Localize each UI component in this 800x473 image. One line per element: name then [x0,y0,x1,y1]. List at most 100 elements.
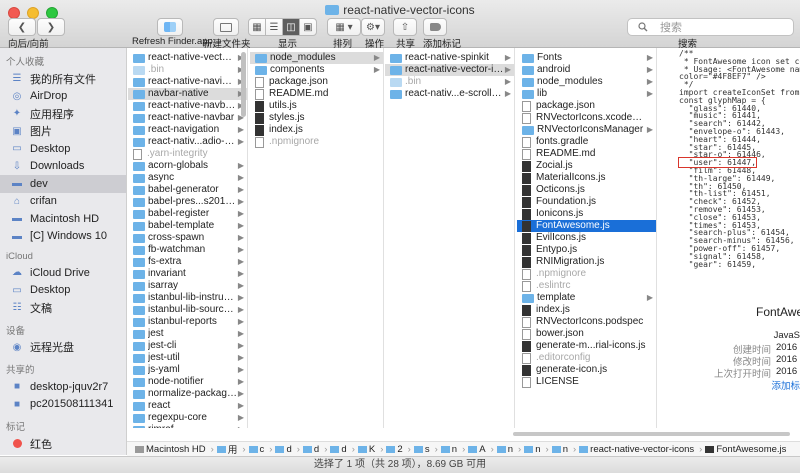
list-item[interactable]: .yarn-integrity [128,148,247,160]
action-button[interactable]: ⚙▾ [361,18,385,36]
sidebar-item[interactable]: ✦ 应用程序 [0,105,126,123]
list-item[interactable]: README.md [250,88,383,100]
list-item[interactable]: normalize-package-data▶ [128,388,247,400]
list-item[interactable]: Entypo.js [517,244,656,256]
sidebar-item[interactable]: 橙色 [0,453,126,456]
view-columns-button[interactable]: ◫ [282,18,300,36]
new-folder-button[interactable] [213,18,239,36]
list-item[interactable]: README.md [517,148,656,160]
list-item[interactable]: cross-spawn ▶ [128,232,247,244]
list-item[interactable]: bower.json [517,328,656,340]
column-col1[interactable]: react-native-vector-icons▶.bin▶react-nat… [128,48,248,428]
path-item[interactable]: n [440,444,457,455]
list-item[interactable]: navbar-native▶ [128,88,247,100]
list-item[interactable]: .editorconfig [517,352,656,364]
column-col2[interactable]: node_modules ▶ components ▶ package.json READ… [250,48,384,428]
path-item[interactable]: d [302,444,319,455]
list-item[interactable]: react-native-vector-icons▶ [385,64,514,76]
sidebar-item[interactable]: ⇩ Downloads [0,158,126,176]
sidebar-item[interactable]: ■ pc201508111341 [0,396,126,414]
list-item[interactable]: isarray ▶ [128,280,247,292]
path-item[interactable]: K [357,444,375,455]
view-list-button[interactable]: ☰ [265,18,283,36]
sidebar-item[interactable]: ☰ 我的所有文件 [0,70,126,88]
sidebar-item[interactable]: ◉ 远程光盘 [0,339,126,357]
list-item[interactable]: Ionicons.js [517,208,656,220]
list-item[interactable]: generate-m...rial-icons.js [517,340,656,352]
share-button[interactable]: ⇧ [393,18,417,36]
list-item[interactable]: Fonts ▶ [517,52,656,64]
path-item[interactable]: A [468,444,486,455]
list-item[interactable]: react-native-navigation▶ [128,76,247,88]
forward-button[interactable]: ❯ [37,18,65,36]
list-item[interactable]: FontAwesome.js [517,220,656,232]
path-item[interactable]: FontAwesome.js [705,444,786,455]
view-icons-button[interactable]: ▦ [248,18,266,36]
tag-button[interactable] [423,18,447,36]
list-item[interactable]: fs-extra ▶ [128,256,247,268]
list-item[interactable]: babel-template ▶ [128,220,247,232]
list-item[interactable]: rimraf▶ [128,424,247,428]
path-item[interactable]: 2 [386,444,403,455]
path-item[interactable]: d [330,444,347,455]
path-item[interactable]: Macintosh HD [135,444,206,455]
list-item[interactable]: babel-register ▶ [128,208,247,220]
column-col4[interactable]: Fonts ▶ android ▶ node_modules ▶ lib ▶ package.j… [517,48,657,428]
list-item[interactable]: RNIMigration.js [517,256,656,268]
list-item[interactable]: LICENSE [517,376,656,388]
list-item[interactable]: react-navigation ▶ [128,124,247,136]
sidebar-item[interactable]: ⌂ crifan [0,193,126,211]
view-gallery-button[interactable]: ▣ [299,18,317,36]
sidebar-item[interactable]: ◎ AirDrop [0,88,126,106]
sidebar-item[interactable]: ☷ 文稿 [0,299,126,317]
list-item[interactable]: fb-watchman ▶ [128,244,247,256]
list-item[interactable]: utils.js [250,100,383,112]
sidebar-item[interactable]: ▭ Desktop [0,140,126,158]
sidebar-item[interactable]: 红色 [0,435,126,453]
path-item[interactable]: n [551,444,568,455]
list-item[interactable]: Foundation.js [517,196,656,208]
list-item[interactable]: package.json [517,100,656,112]
list-item[interactable]: react-nativ...adio-buttons▶ [128,136,247,148]
list-item[interactable]: node_modules ▶ [250,52,383,64]
list-item[interactable]: node_modules ▶ [517,76,656,88]
list-item[interactable]: babel-pres...s2015-node▶ [128,196,247,208]
list-item[interactable]: MaterialIcons.js [517,172,656,184]
list-item[interactable]: regexpu-core ▶ [128,412,247,424]
list-item[interactable]: jest-util ▶ [128,352,247,364]
sidebar-item[interactable]: ▬ Macintosh HD [0,210,126,228]
list-item[interactable]: istanbul-lib-source-maps▶ [128,304,247,316]
list-item[interactable]: template ▶ [517,292,656,304]
list-item[interactable]: .bin▶ [128,64,247,76]
sidebar-item[interactable]: ☁ iCloud Drive [0,264,126,282]
path-item[interactable]: n [496,444,513,455]
list-item[interactable]: Zocial.js [517,160,656,172]
path-item[interactable]: 用 [216,442,237,456]
list-item[interactable]: jest ▶ [128,328,247,340]
path-item[interactable]: s [413,444,430,455]
list-item[interactable]: node-notifier ▶ [128,376,247,388]
list-item[interactable]: index.js [517,304,656,316]
list-item[interactable]: package.json [250,76,383,88]
list-item[interactable]: react-native-navbar-icon▶ [128,100,247,112]
list-item[interactable]: generate-icon.js [517,364,656,376]
list-item[interactable]: .npmignore [250,136,383,148]
list-item[interactable]: istanbul-lib-instrument ▶ [128,292,247,304]
list-item[interactable]: RNVectorIcons.podspec [517,316,656,328]
sidebar-item[interactable]: ▬ dev [0,175,126,193]
refresh-finder-button[interactable] [157,18,183,36]
sidebar-item[interactable]: ▭ Desktop [0,282,126,300]
list-item[interactable]: android ▶ [517,64,656,76]
list-item[interactable]: async ▶ [128,172,247,184]
list-item[interactable]: react ▶ [128,400,247,412]
list-item[interactable]: .bin▶ [385,76,514,88]
column-col3[interactable]: react-native-spinkit ▶ react-native-vector… [385,48,515,428]
list-item[interactable]: .npmignore [517,268,656,280]
list-item[interactable]: components ▶ [250,64,383,76]
path-item[interactable]: react-native-vector-icons [579,444,694,455]
list-item[interactable]: istanbul-reports ▶ [128,316,247,328]
list-item[interactable]: babel-generator ▶ [128,184,247,196]
list-item[interactable]: styles.js [250,112,383,124]
list-item[interactable]: invariant ▶ [128,268,247,280]
list-item[interactable]: RNVectorIconsManager ▶ [517,124,656,136]
